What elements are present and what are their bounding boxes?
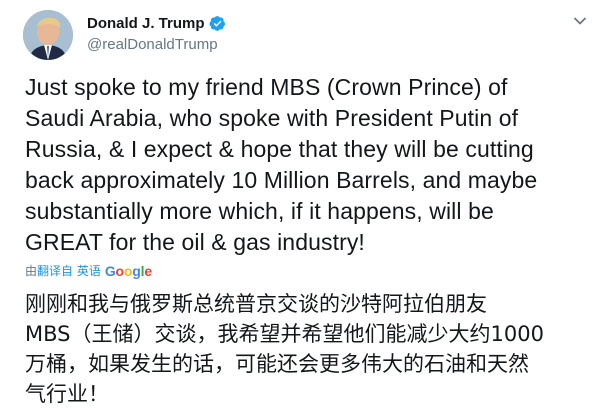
google-logo-letter: G	[104, 262, 116, 279]
translation-attribution: 由 翻译自 英语 Google	[25, 262, 152, 279]
display-name[interactable]: Donald J. Trump	[87, 15, 205, 32]
tweet-text-line: substantially more which, if it happens,…	[25, 198, 494, 224]
tweet-text-line: GREAT for the oil & gas industry!	[25, 229, 365, 255]
google-logo-letter: o	[115, 262, 125, 279]
translated-text: 刚刚和我与俄罗斯总统普京交谈的沙特阿拉伯朋友 MBS（王储）交谈，我希望并希望他们…	[25, 289, 605, 409]
google-logo-letter: e	[144, 262, 152, 279]
translated-text-line: 刚刚和我与俄罗斯总统普京交谈的沙特阿拉伯朋友	[25, 292, 487, 316]
tweet-text: Just spoke to my friend MBS (Crown Princ…	[25, 72, 605, 258]
avatar-image	[23, 10, 73, 60]
tweet-text-line: back approximately 10 Million Barrels, a…	[25, 167, 538, 193]
author-name-row: Donald J. Trump	[87, 15, 226, 32]
user-handle[interactable]: @realDonaldTrump	[87, 36, 218, 53]
google-logo-letter: o	[123, 262, 133, 279]
google-logo-letter: g	[132, 262, 141, 279]
translated-text-line: MBS（王储）交谈，我希望并希望他们能减少大约1000	[25, 322, 544, 346]
tweet-card: Donald J. Trump @realDonaldTrump Just sp…	[0, 0, 615, 410]
translate-link[interactable]: 翻译自 英语	[37, 262, 101, 279]
chevron-down-icon[interactable]	[573, 14, 587, 28]
translated-text-line: 万桶，如果发生的话，可能还会更多伟大的石油和天然	[25, 352, 529, 376]
google-logo: Google	[105, 263, 152, 279]
tweet-text-line: Russia, & I expect & hope that they will…	[25, 136, 534, 162]
translation-prefix: 由	[25, 264, 38, 278]
avatar[interactable]	[23, 10, 73, 60]
translated-text-line: 气行业！	[25, 382, 109, 406]
tweet-text-line: Just spoke to my friend MBS (Crown Princ…	[25, 74, 508, 100]
tweet-text-line: Saudi Arabia, who spoke with President P…	[25, 105, 519, 131]
verified-badge-icon	[209, 15, 226, 32]
